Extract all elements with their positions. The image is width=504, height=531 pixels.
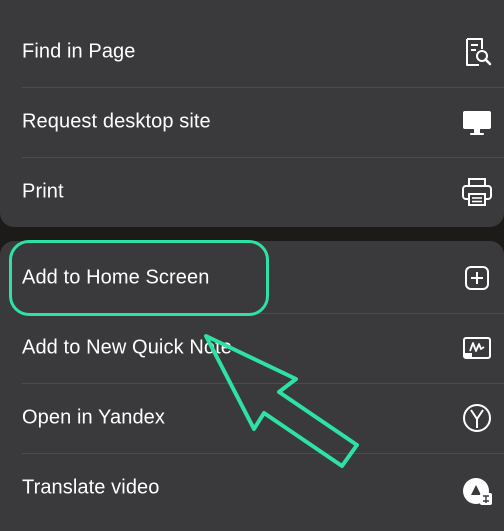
printer-icon xyxy=(462,177,492,207)
menu-item-find-in-page[interactable]: Find in Page xyxy=(0,17,504,87)
menu-item-print[interactable]: Print xyxy=(0,157,504,227)
menu-item-translate-video[interactable]: Translate video xyxy=(0,453,504,523)
menu-item-label: Print xyxy=(22,180,64,203)
yandex-icon xyxy=(462,403,492,433)
translate-video-icon xyxy=(462,475,492,505)
find-in-page-icon xyxy=(462,37,492,67)
menu-item-label: Translate video xyxy=(22,476,160,499)
menu-item-label: Add to New Quick Note xyxy=(22,336,232,359)
quick-note-icon xyxy=(462,333,492,363)
menu-item-add-to-new-quick-note[interactable]: Add to New Quick Note xyxy=(0,313,504,383)
menu-item-label: Add to Home Screen xyxy=(22,266,210,289)
menu-item-label: Open in Yandex xyxy=(22,406,165,429)
menu-item-add-to-home-screen[interactable]: Add to Home Screen xyxy=(0,243,504,313)
add-square-icon xyxy=(462,263,492,293)
menu-item-label: Request desktop site xyxy=(22,110,211,133)
desktop-monitor-icon xyxy=(462,107,492,137)
menu-item-open-in-yandex[interactable]: Open in Yandex xyxy=(0,383,504,453)
menu-group-page-actions: Find in Page Request desktop site Print xyxy=(0,0,504,227)
menu-item-request-desktop-site[interactable]: Request desktop site xyxy=(0,87,504,157)
menu-group-share-actions: Add to Home Screen Add to New Quick Note… xyxy=(0,241,504,531)
menu-item-label: Find in Page xyxy=(22,40,136,63)
